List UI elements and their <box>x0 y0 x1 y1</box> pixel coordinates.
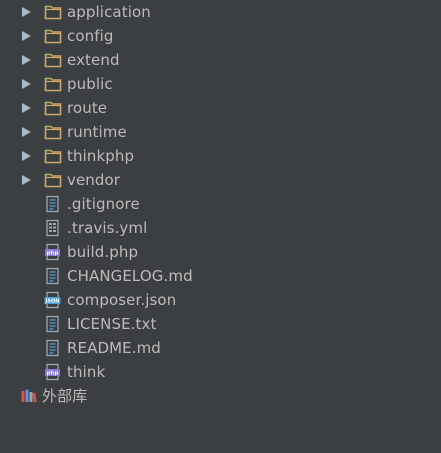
tree-file-label: think <box>67 363 106 381</box>
tree-file-changelog-md[interactable]: CHANGELOG.md <box>0 264 441 288</box>
tree-file-label: CHANGELOG.md <box>67 267 193 285</box>
tree-folder-label: thinkphp <box>67 147 135 165</box>
tree-folder-label: application <box>67 3 151 21</box>
tree-folder-runtime[interactable]: runtime <box>0 120 441 144</box>
expand-arrow-icon[interactable] <box>22 151 31 161</box>
library-icon <box>20 387 38 405</box>
folder-icon <box>44 51 62 69</box>
text-file-icon <box>44 267 62 285</box>
tree-file-travis-yml[interactable]: .travis.yml <box>0 216 441 240</box>
tree-file-readme-md[interactable]: README.md <box>0 336 441 360</box>
expand-arrow-icon[interactable] <box>22 175 31 185</box>
expand-arrow-icon[interactable] <box>22 55 31 65</box>
tree-file-label: build.php <box>67 243 139 261</box>
tree-folder-label: config <box>67 27 114 45</box>
expand-arrow-icon[interactable] <box>22 7 31 17</box>
tree-folder-extend[interactable]: extend <box>0 48 441 72</box>
tree-external-libraries[interactable]: 外部库 <box>0 384 441 408</box>
tree-folder-label: public <box>67 75 113 93</box>
tree-external-libraries-label: 外部库 <box>42 387 88 405</box>
folder-icon <box>44 123 62 141</box>
svg-text:php: php <box>47 371 59 377</box>
tree-file-gitignore[interactable]: .gitignore <box>0 192 441 216</box>
folder-icon <box>44 75 62 93</box>
folder-icon <box>44 27 62 45</box>
tree-file-think[interactable]: php think <box>0 360 441 384</box>
folder-icon <box>44 99 62 117</box>
tree-folder-thinkphp[interactable]: thinkphp <box>0 144 441 168</box>
tree-file-label: .gitignore <box>67 195 140 213</box>
expand-arrow-icon[interactable] <box>22 103 31 113</box>
tree-folder-label: extend <box>67 51 120 69</box>
tree-folder-application[interactable]: application <box>0 0 441 24</box>
tree-folder-public[interactable]: public <box>0 72 441 96</box>
folder-icon <box>44 3 62 21</box>
tree-file-license-txt[interactable]: LICENSE.txt <box>0 312 441 336</box>
project-tree: application config extend public route r <box>0 0 441 408</box>
json-file-icon: JSON <box>44 291 62 309</box>
php-file-icon: php <box>44 243 62 261</box>
tree-file-label: composer.json <box>67 291 177 309</box>
svg-text:php: php <box>47 251 59 257</box>
yaml-file-icon <box>44 219 62 237</box>
text-file-icon <box>44 195 62 213</box>
svg-text:JSON: JSON <box>45 299 60 305</box>
tree-file-composer-json[interactable]: JSON composer.json <box>0 288 441 312</box>
tree-file-build-php[interactable]: php build.php <box>0 240 441 264</box>
text-file-icon <box>44 339 62 357</box>
tree-folder-route[interactable]: route <box>0 96 441 120</box>
tree-file-label: LICENSE.txt <box>67 315 157 333</box>
tree-folder-config[interactable]: config <box>0 24 441 48</box>
text-file-icon <box>44 315 62 333</box>
expand-arrow-icon[interactable] <box>22 79 31 89</box>
folder-icon <box>44 171 62 189</box>
folder-icon <box>44 147 62 165</box>
tree-file-label: .travis.yml <box>67 219 148 237</box>
tree-folder-label: vendor <box>67 171 121 189</box>
tree-file-label: README.md <box>67 339 161 357</box>
expand-arrow-icon[interactable] <box>22 127 31 137</box>
tree-folder-label: route <box>67 99 108 117</box>
php-file-icon: php <box>44 363 62 381</box>
tree-folder-label: runtime <box>67 123 127 141</box>
tree-folder-vendor[interactable]: vendor <box>0 168 441 192</box>
expand-arrow-icon[interactable] <box>22 31 31 41</box>
